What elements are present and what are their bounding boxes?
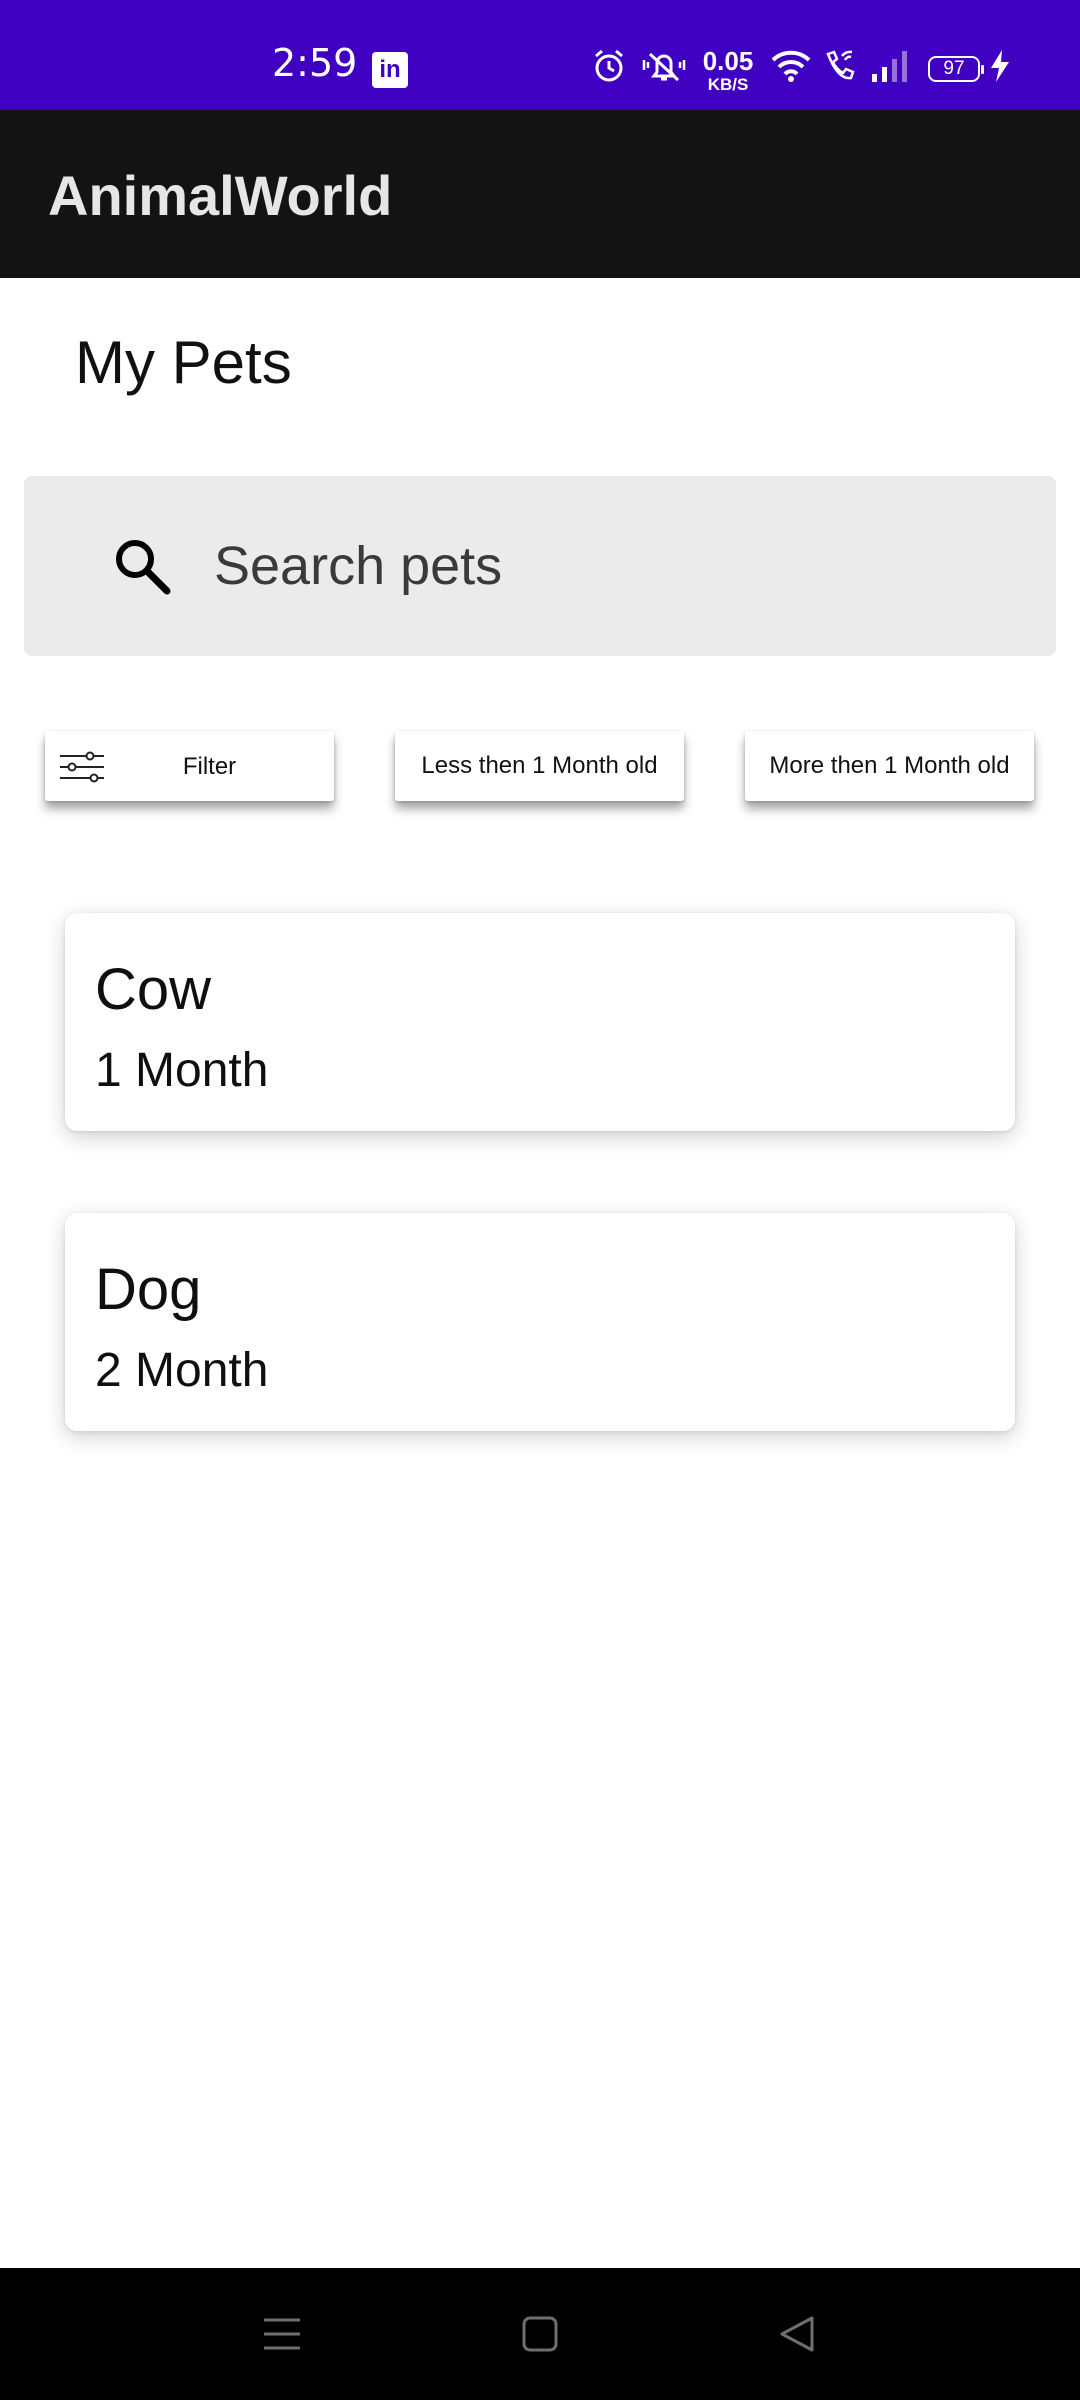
- wifi-icon: [771, 50, 811, 82]
- net-speed-unit: KB/S: [707, 75, 749, 94]
- more-than-one-month-chip[interactable]: More then 1 Month old: [745, 731, 1034, 801]
- pet-name: Cow: [95, 957, 212, 1022]
- navigation-bar: [0, 2268, 1080, 2400]
- mute-icon: [642, 52, 686, 82]
- home-icon[interactable]: [520, 2312, 560, 2356]
- app-title: AnimalWorld: [48, 164, 393, 227]
- battery-icon: 97: [928, 56, 984, 82]
- net-speed: 0.05 KB/S: [700, 48, 756, 93]
- filter-label: Filter: [182, 753, 237, 780]
- pet-name: Dog: [95, 1257, 202, 1322]
- net-speed-value: 0.05: [702, 46, 754, 76]
- pet-card[interactable]: Cow 1 Month: [65, 913, 1015, 1131]
- less-than-one-month-chip[interactable]: Less then 1 Month old: [395, 731, 684, 801]
- linkedin-icon: in: [372, 52, 408, 88]
- status-time: 2:59: [272, 41, 358, 85]
- wifi-call-icon: [826, 50, 855, 80]
- page-title: My Pets: [75, 329, 292, 396]
- pet-age: 1 Month: [95, 1044, 269, 1097]
- filter-button[interactable]: Filter: [45, 731, 334, 801]
- status-bar: 2:59 in 0.05 KB/S 97: [0, 0, 1080, 110]
- pet-age: 2 Month: [95, 1344, 269, 1397]
- charging-icon: [991, 50, 1009, 82]
- signal-icon: [872, 51, 907, 82]
- search-input[interactable]: [214, 528, 1014, 604]
- back-icon[interactable]: [778, 2312, 818, 2356]
- menu-icon[interactable]: [262, 2312, 302, 2356]
- pet-card[interactable]: Dog 2 Month: [65, 1213, 1015, 1431]
- app-bar: AnimalWorld: [0, 110, 1080, 278]
- search-icon: [116, 540, 171, 595]
- alarm-icon: [595, 49, 623, 82]
- search-box[interactable]: [24, 476, 1056, 656]
